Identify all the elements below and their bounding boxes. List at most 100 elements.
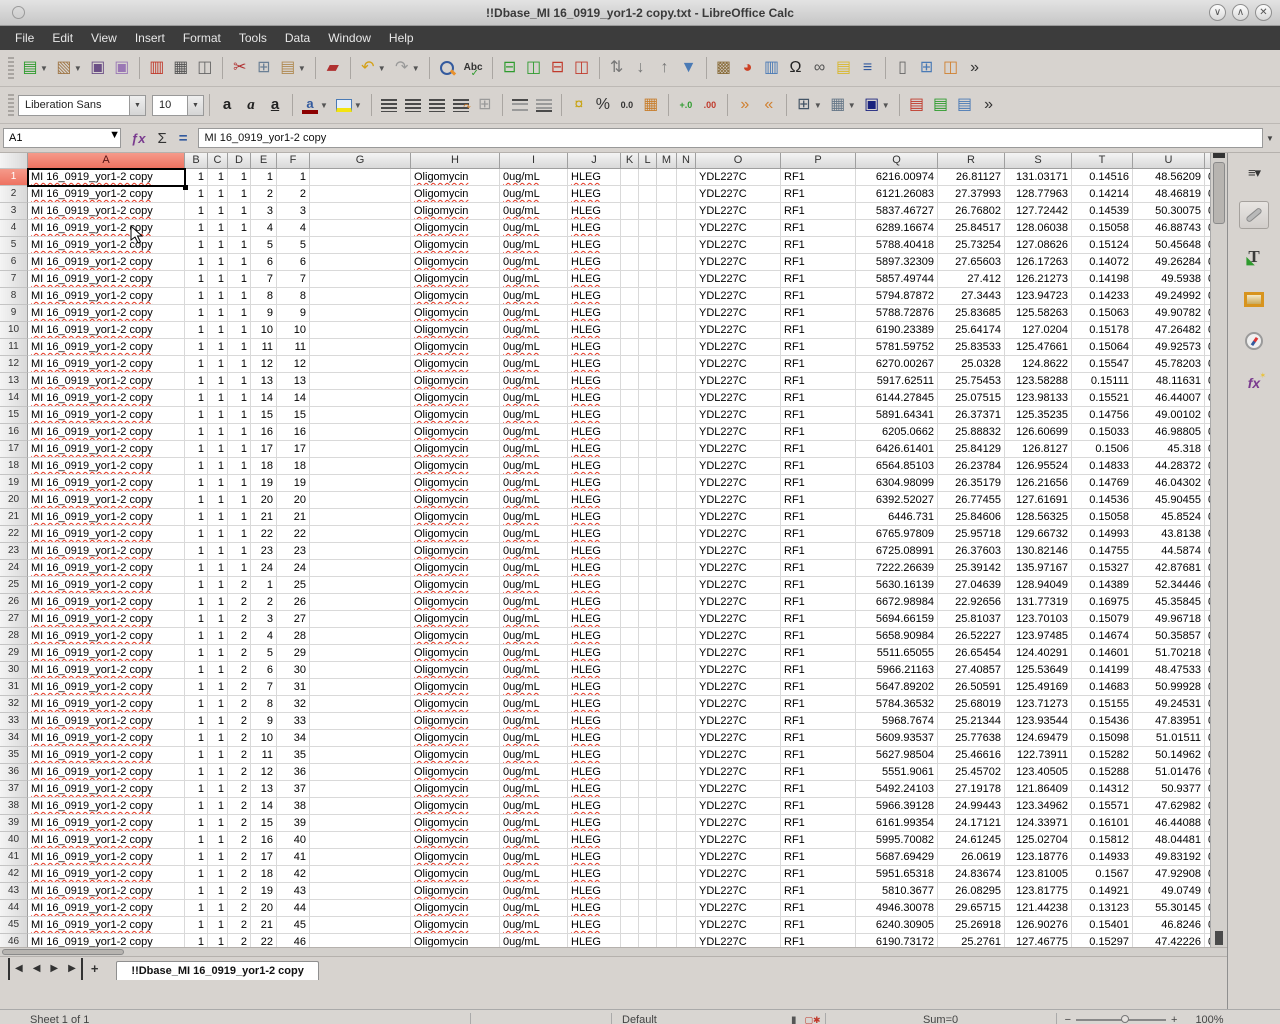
split-window-button[interactable]: ◫ bbox=[940, 57, 962, 79]
cell-A23[interactable]: MI 16_0919_yor1-2 copy bbox=[28, 543, 185, 560]
cell-P45[interactable]: RF1 bbox=[781, 917, 856, 934]
cell-F5[interactable]: 5 bbox=[277, 237, 310, 254]
cell-B19[interactable]: 1 bbox=[185, 475, 208, 492]
cell-I20[interactable]: 0ug/mL bbox=[500, 492, 568, 509]
cell-A46[interactable]: MI 16_0919_yor1-2 copy bbox=[28, 934, 185, 947]
cell-C3[interactable]: 1 bbox=[208, 203, 228, 220]
cell-N12[interactable] bbox=[677, 356, 696, 373]
cell-P25[interactable]: RF1 bbox=[781, 577, 856, 594]
cell-Q14[interactable]: 6144.27845 bbox=[856, 390, 938, 407]
cell-R43[interactable]: 26.08295 bbox=[938, 883, 1005, 900]
cell-D30[interactable]: 2 bbox=[228, 662, 251, 679]
cell-I44[interactable]: 0ug/mL bbox=[500, 900, 568, 917]
cell-D45[interactable]: 2 bbox=[228, 917, 251, 934]
cell-O44[interactable]: YDL227C bbox=[696, 900, 781, 917]
row-header-35[interactable]: 35 bbox=[0, 747, 28, 764]
cell-J31[interactable]: HLEG bbox=[568, 679, 621, 696]
column-header-L[interactable]: L bbox=[639, 153, 657, 169]
cell-R23[interactable]: 26.37603 bbox=[938, 543, 1005, 560]
cell-N33[interactable] bbox=[677, 713, 696, 730]
cell-P36[interactable]: RF1 bbox=[781, 764, 856, 781]
cell-M33[interactable] bbox=[657, 713, 677, 730]
cell-Q42[interactable]: 5951.65318 bbox=[856, 866, 938, 883]
cell-L44[interactable] bbox=[639, 900, 657, 917]
cell-P3[interactable]: RF1 bbox=[781, 203, 856, 220]
cell-S22[interactable]: 129.66732 bbox=[1005, 526, 1072, 543]
cell-R42[interactable]: 24.83674 bbox=[938, 866, 1005, 883]
align-right-button[interactable] bbox=[426, 97, 448, 114]
column-header-U[interactable]: U bbox=[1133, 153, 1205, 169]
cell-H22[interactable]: Oligomycin bbox=[411, 526, 500, 543]
cell-H27[interactable]: Oligomycin bbox=[411, 611, 500, 628]
cell-H21[interactable]: Oligomycin bbox=[411, 509, 500, 526]
cell-R32[interactable]: 25.68019 bbox=[938, 696, 1005, 713]
cell-N6[interactable] bbox=[677, 254, 696, 271]
border-style-dropdown-icon[interactable]: ▼ bbox=[848, 101, 856, 110]
cell-M12[interactable] bbox=[657, 356, 677, 373]
cell-C43[interactable]: 1 bbox=[208, 883, 228, 900]
menu-data[interactable]: Data bbox=[276, 28, 319, 48]
cell-P35[interactable]: RF1 bbox=[781, 747, 856, 764]
cell-G1[interactable] bbox=[310, 169, 411, 186]
cell-Q40[interactable]: 5995.70082 bbox=[856, 832, 938, 849]
cell-D28[interactable]: 2 bbox=[228, 628, 251, 645]
cell-H40[interactable]: Oligomycin bbox=[411, 832, 500, 849]
cell-R35[interactable]: 25.46616 bbox=[938, 747, 1005, 764]
cell-E23[interactable]: 23 bbox=[251, 543, 277, 560]
cell-T32[interactable]: 0.15155 bbox=[1072, 696, 1133, 713]
pivot-table-button[interactable]: ▥ bbox=[761, 57, 783, 79]
row-header-11[interactable]: 11 bbox=[0, 339, 28, 356]
cell-Q6[interactable]: 5897.32309 bbox=[856, 254, 938, 271]
cell-I34[interactable]: 0ug/mL bbox=[500, 730, 568, 747]
cell-S28[interactable]: 123.97485 bbox=[1005, 628, 1072, 645]
cell-E18[interactable]: 18 bbox=[251, 458, 277, 475]
cell-L41[interactable] bbox=[639, 849, 657, 866]
cell-T20[interactable]: 0.14536 bbox=[1072, 492, 1133, 509]
cell-H15[interactable]: Oligomycin bbox=[411, 407, 500, 424]
column-header-P[interactable]: P bbox=[781, 153, 856, 169]
cell-P19[interactable]: RF1 bbox=[781, 475, 856, 492]
cell-E46[interactable]: 22 bbox=[251, 934, 277, 947]
cell-G34[interactable] bbox=[310, 730, 411, 747]
cell-A40[interactable]: MI 16_0919_yor1-2 copy bbox=[28, 832, 185, 849]
cell-O31[interactable]: YDL227C bbox=[696, 679, 781, 696]
cell-E31[interactable]: 7 bbox=[251, 679, 277, 696]
cell-S33[interactable]: 123.93544 bbox=[1005, 713, 1072, 730]
cell-G9[interactable] bbox=[310, 305, 411, 322]
cell-K38[interactable] bbox=[621, 798, 639, 815]
cell-G38[interactable] bbox=[310, 798, 411, 815]
clone-formatting-button[interactable]: ▰ bbox=[322, 57, 344, 79]
vertical-scrollbar-end[interactable] bbox=[1215, 931, 1223, 945]
cell-N17[interactable] bbox=[677, 441, 696, 458]
cell-I1[interactable]: 0ug/mL bbox=[500, 169, 568, 186]
cell-N5[interactable] bbox=[677, 237, 696, 254]
cell-P13[interactable]: RF1 bbox=[781, 373, 856, 390]
cell-M15[interactable] bbox=[657, 407, 677, 424]
cell-Q7[interactable]: 5857.49744 bbox=[856, 271, 938, 288]
cell-G39[interactable] bbox=[310, 815, 411, 832]
cell-G32[interactable] bbox=[310, 696, 411, 713]
row-header-45[interactable]: 45 bbox=[0, 917, 28, 934]
zoom-slider[interactable]: − + bbox=[1057, 1014, 1186, 1024]
cell-A39[interactable]: MI 16_0919_yor1-2 copy bbox=[28, 815, 185, 832]
cell-D43[interactable]: 2 bbox=[228, 883, 251, 900]
cell-O11[interactable]: YDL227C bbox=[696, 339, 781, 356]
cell-A16[interactable]: MI 16_0919_yor1-2 copy bbox=[28, 424, 185, 441]
cell-C10[interactable]: 1 bbox=[208, 322, 228, 339]
cell-K44[interactable] bbox=[621, 900, 639, 917]
cell-G5[interactable] bbox=[310, 237, 411, 254]
cell-N28[interactable] bbox=[677, 628, 696, 645]
row-header-24[interactable]: 24 bbox=[0, 560, 28, 577]
cell-Q8[interactable]: 5794.87872 bbox=[856, 288, 938, 305]
cell-R21[interactable]: 25.84606 bbox=[938, 509, 1005, 526]
cell-U13[interactable]: 48.11631 bbox=[1133, 373, 1205, 390]
cell-K27[interactable] bbox=[621, 611, 639, 628]
cell-N42[interactable] bbox=[677, 866, 696, 883]
cell-J15[interactable]: HLEG bbox=[568, 407, 621, 424]
cell-S35[interactable]: 122.73911 bbox=[1005, 747, 1072, 764]
cell-M31[interactable] bbox=[657, 679, 677, 696]
cell-D39[interactable]: 2 bbox=[228, 815, 251, 832]
cell-D29[interactable]: 2 bbox=[228, 645, 251, 662]
cell-C12[interactable]: 1 bbox=[208, 356, 228, 373]
cell-E29[interactable]: 5 bbox=[251, 645, 277, 662]
